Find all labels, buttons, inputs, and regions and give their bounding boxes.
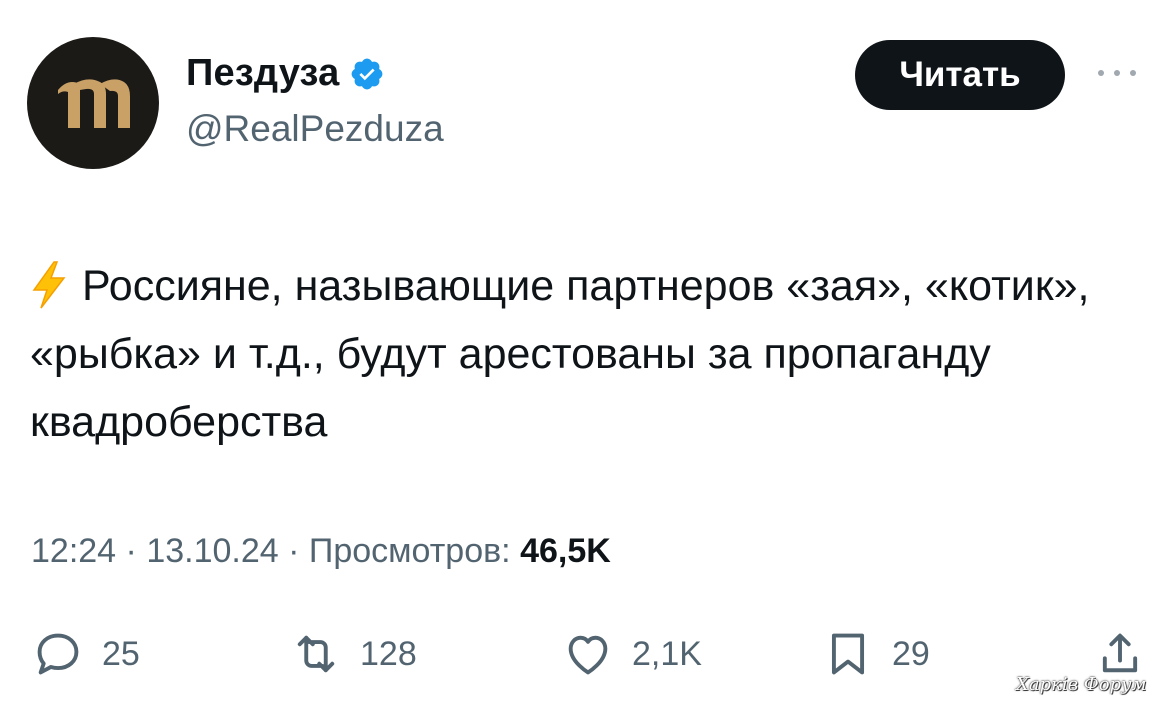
- reply-button[interactable]: 25: [32, 628, 140, 680]
- heart-icon: [568, 635, 608, 675]
- meta-separator: ·: [288, 532, 300, 570]
- bookmark-icon: [831, 633, 865, 675]
- retweet-icon: [297, 635, 335, 673]
- watermark: Харків Форум: [1016, 674, 1147, 695]
- tweet-time[interactable]: 12:24: [31, 532, 116, 570]
- lightning-emoji-icon: [32, 261, 66, 309]
- meta-separator: ·: [125, 532, 137, 570]
- views-label: Просмотров:: [308, 532, 511, 570]
- reply-icon: [37, 633, 79, 675]
- retweet-button[interactable]: 128: [290, 628, 417, 680]
- author-display-name[interactable]: Пездуза: [186, 52, 339, 95]
- avatar[interactable]: [27, 37, 159, 169]
- like-count: 2,1K: [632, 634, 702, 673]
- tweet-meta: 12:24 · 13.10.24 · Просмотров: 46,5K: [31, 532, 611, 571]
- share-icon: [1102, 633, 1138, 673]
- tweet-date[interactable]: 13.10.24: [146, 532, 278, 570]
- tweet-body: Россияне, называющие партнеров «зая», «к…: [30, 262, 1090, 446]
- like-button[interactable]: 2,1K: [562, 628, 702, 680]
- reply-count: 25: [102, 634, 140, 673]
- bookmark-button[interactable]: 29: [822, 628, 930, 680]
- pezduza-logo-icon: [58, 79, 130, 128]
- author-handle[interactable]: @RealPezduza: [186, 108, 444, 150]
- verified-badge-icon: [352, 58, 383, 89]
- more-dots-icon[interactable]: [1095, 63, 1139, 83]
- views-count: 46,5K: [520, 532, 611, 570]
- bookmark-count: 29: [892, 634, 930, 673]
- share-button[interactable]: [1094, 628, 1146, 680]
- follow-button[interactable]: Читать: [855, 40, 1065, 110]
- tweet-text: Россияне, называющие партнеров «зая», «к…: [30, 252, 1140, 456]
- retweet-count: 128: [360, 634, 417, 673]
- author-name-row: Пездуза: [186, 52, 385, 95]
